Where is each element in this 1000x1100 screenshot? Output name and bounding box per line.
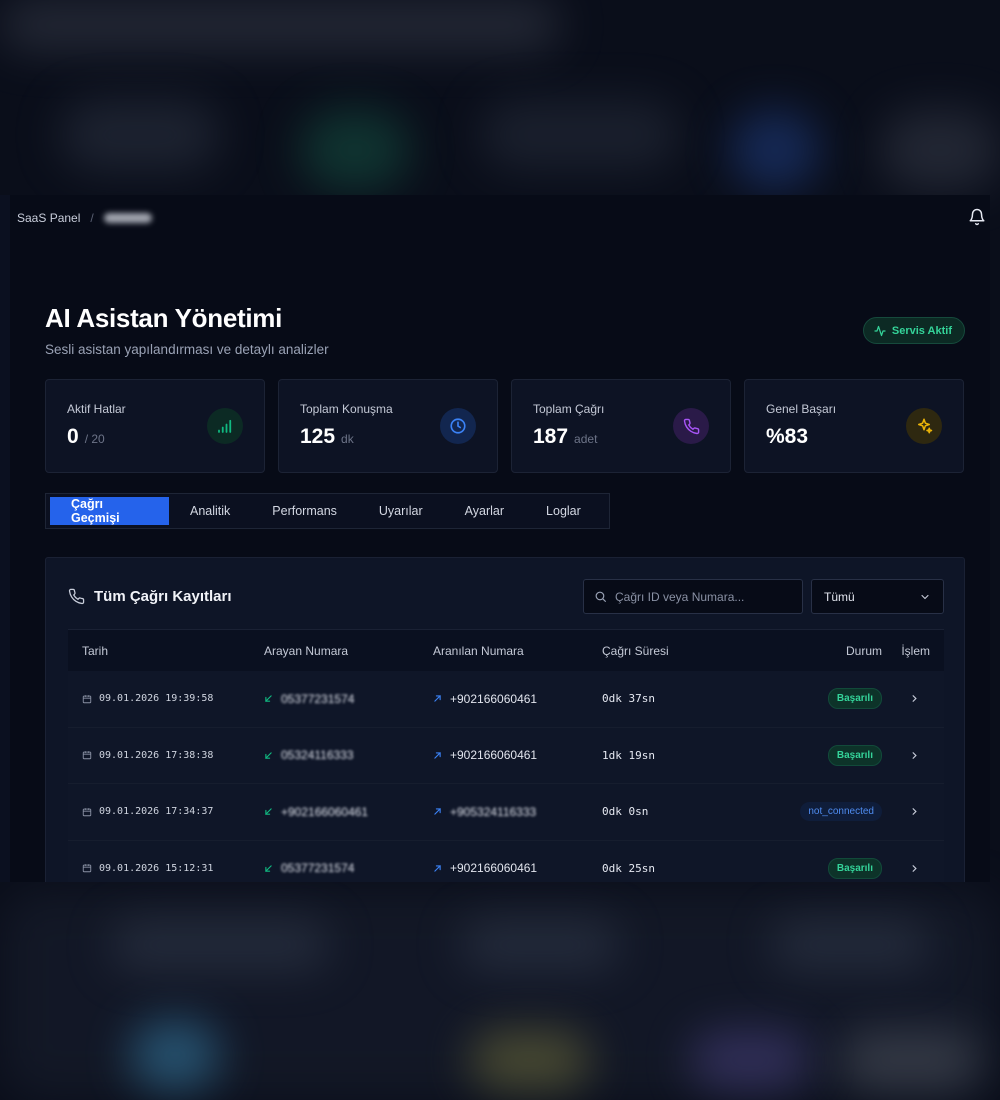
call-records-section: Tüm Çağrı Kayıtları Tümü Tarih Arayan Nu… [45,557,965,882]
stat-cards: Aktif Hatlar 0/ 20 Toplam Konuşma 125 dk … [45,379,964,473]
status-badge: Başarılı [827,744,882,766]
table-row[interactable]: 09.01.2026 19:39:58 05377231574 +9021660… [68,671,944,728]
caller-number: 05377231574 [281,861,355,876]
tab-settings[interactable]: Ayarlar [444,497,525,525]
clock-icon [440,408,476,444]
call-duration: 0dk 25sn [602,861,655,875]
arrow-down-left-icon [265,695,272,702]
sparkles-icon [906,408,942,444]
stat-value: 125 [300,425,336,448]
callee-number: +902166060461 [450,748,538,763]
caller-number: 05377231574 [281,691,355,706]
search-box [583,579,803,614]
arrow-up-right-icon [434,865,441,872]
status-badge: not_connected [800,802,882,822]
call-date: 09.01.2026 17:38:38 [99,749,214,761]
caller-number: 05324116333 [281,748,354,763]
main-content: AI Asistan Yönetimi Sesli asistan yapıla… [45,303,965,882]
callee-number: +902166060461 [450,691,538,706]
stat-unit: / 20 [84,432,105,446]
stat-unit: dk [341,432,354,446]
bell-icon[interactable] [968,208,986,226]
tab-alerts[interactable]: Uyarılar [358,497,444,525]
stat-card-total-talk: Toplam Konuşma 125 dk [278,379,498,473]
call-duration: 1dk 19sn [602,748,655,762]
table-row[interactable]: 09.01.2026 17:38:38 05324116333 +9021660… [68,727,944,784]
search-input[interactable] [615,589,795,604]
chevron-right-icon[interactable] [909,750,920,761]
chevron-down-icon [921,594,929,599]
breadcrumb-current-redacted [103,213,152,223]
chevron-right-icon[interactable] [909,806,920,817]
tab-logs[interactable]: Loglar [525,497,602,525]
stat-value: 187 [533,425,569,448]
app-window: SaaS Panel / AI Asistan Yönetimi Sesli a… [0,195,990,882]
status-badge: Başarılı [827,688,882,710]
column-action: İşlem [901,643,930,658]
call-date: 09.01.2026 19:39:58 [99,693,214,705]
arrow-up-right-icon [434,752,441,759]
breadcrumb-separator: / [90,211,94,225]
calendar-icon [82,808,92,816]
signal-icon [207,408,243,444]
arrow-up-right-icon [434,695,441,702]
callee-number: +905324116333 [450,804,537,819]
tab-performance[interactable]: Performans [251,497,358,525]
tab-call-history[interactable]: Çağrı Geçmişi [50,497,169,525]
calendar-icon [82,864,92,873]
arrow-down-left-icon [265,752,272,759]
chevron-right-icon[interactable] [909,863,920,874]
breadcrumb: SaaS Panel / [10,195,990,241]
table-header: Tarih Arayan Numara Aranılan Numara Çağr… [68,629,944,671]
call-records-table: Tarih Arayan Numara Aranılan Numara Çağr… [68,629,944,882]
column-status: Durum [845,643,882,658]
call-duration: 0dk 37sn [602,692,655,706]
page-title: AI Asistan Yönetimi [45,303,283,333]
call-duration: 0dk 0sn [602,805,649,819]
page-subtitle: Sesli asistan yapılandırması ve detaylı … [45,342,329,357]
column-callee: Aranılan Numara [433,643,524,658]
tab-analytics[interactable]: Analitik [169,497,251,525]
phone-icon [68,588,85,605]
arrow-up-right-icon [434,808,441,815]
stat-card-success-rate: Genel Başarı %83 [744,379,964,473]
arrow-down-left-icon [265,865,272,872]
calendar-icon [82,695,92,703]
call-date: 09.01.2026 17:34:37 [99,806,214,818]
stat-unit: adet [574,432,598,446]
arrow-down-left-icon [265,808,272,815]
calendar-icon [82,751,92,760]
section-title: Tüm Çağrı Kayıtları [94,588,232,605]
caller-number: +902166060461 [281,804,369,819]
status-filter-value: Tümü [824,589,855,604]
column-date: Tarih [82,643,109,658]
status-badge: Başarılı [827,857,882,879]
table-row[interactable]: 09.01.2026 15:12:31 05377231574 +9021660… [68,840,944,882]
chevron-right-icon[interactable] [909,693,920,704]
search-icon [595,591,606,602]
service-status-badge: Servis Aktif [862,317,965,344]
stat-card-active-lines: Aktif Hatlar 0/ 20 [45,379,265,473]
tab-bar: Çağrı Geçmişi Analitik Performans Uyarıl… [45,493,610,529]
callee-number: +902166060461 [450,861,538,876]
stat-value: 0 [67,425,79,448]
stat-value: %83 [766,425,809,448]
table-row[interactable]: 09.01.2026 17:34:37 +902166060461 +90532… [68,784,944,841]
activity-icon [874,325,886,336]
status-filter-select[interactable]: Tümü [811,579,944,614]
call-date: 09.01.2026 15:12:31 [99,862,214,874]
column-caller: Arayan Numara [264,643,349,658]
phone-icon [673,408,709,444]
column-duration: Çağrı Süresi [602,643,669,658]
stat-card-total-calls: Toplam Çağrı 187 adet [511,379,731,473]
breadcrumb-root[interactable]: SaaS Panel [17,211,80,225]
service-status-label: Servis Aktif [891,324,952,337]
